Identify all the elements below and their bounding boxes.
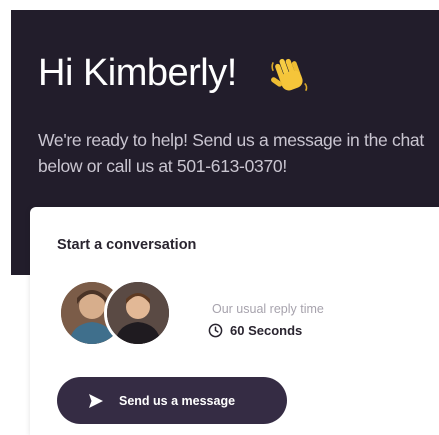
greeting-title: Hi Kimberly!	[38, 52, 237, 94]
send-message-label: Send us a message	[119, 393, 236, 408]
reply-time-label: Our usual reply time	[212, 302, 324, 316]
waving-hand-icon	[271, 58, 308, 92]
send-icon	[89, 393, 103, 408]
team-avatars	[58, 279, 178, 347]
chat-widget: Hi Kimberly! We're ready to help! Send u…	[11, 10, 439, 435]
reply-time-value: 60 Seconds	[208, 323, 302, 338]
card-title: Start a conversation	[57, 237, 197, 253]
reply-time-text: 60 Seconds	[230, 323, 303, 338]
conversation-card: Start a conversation Our usual reply tim…	[30, 207, 439, 435]
avatar	[104, 279, 172, 347]
send-message-button[interactable]: Send us a message	[57, 377, 287, 424]
clock-icon	[208, 323, 223, 338]
intro-text: We're ready to help! Send us a message i…	[38, 130, 424, 176]
